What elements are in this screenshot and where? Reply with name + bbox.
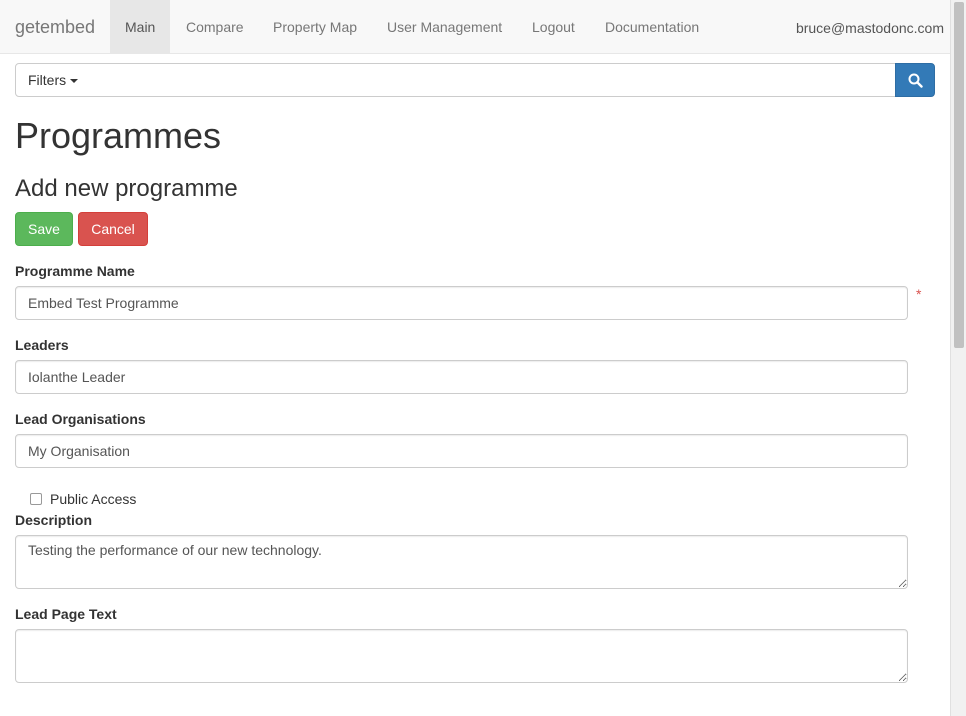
leaders-label: Leaders (15, 337, 69, 353)
programme-name-field[interactable] (15, 286, 908, 320)
description-textarea[interactable] (15, 535, 908, 589)
brand-link[interactable]: getembed (15, 17, 95, 37)
search-icon (908, 73, 923, 88)
user-email[interactable]: bruce@mastodonc.com (796, 0, 944, 53)
nav-logout[interactable]: Logout (517, 0, 590, 53)
lead-page-text-label: Lead Page Text (15, 606, 117, 622)
lead-organisations-field[interactable] (15, 434, 908, 468)
nav-main[interactable]: Main (110, 0, 171, 53)
public-access-label: Public Access (50, 491, 137, 507)
search-button[interactable] (895, 63, 935, 97)
nav-compare[interactable]: Compare (171, 0, 259, 53)
navbar: getembed Main Compare Property Map User … (0, 0, 950, 54)
leaders-field[interactable] (15, 360, 908, 394)
public-access-checkbox[interactable] (30, 493, 42, 505)
caret-down-icon (70, 79, 79, 84)
search-input[interactable] (90, 63, 896, 97)
search-bar: Filters (15, 63, 935, 97)
scrollbar-thumb[interactable] (954, 2, 964, 348)
filters-label: Filters (28, 72, 67, 88)
page-scrollbar[interactable] (950, 0, 966, 716)
filters-dropdown-button[interactable]: Filters (15, 63, 91, 97)
lead-organisations-label: Lead Organisations (15, 411, 146, 427)
page-title: Programmes (15, 115, 222, 156)
description-label: Description (15, 512, 93, 528)
nav-user-management[interactable]: User Management (372, 0, 517, 53)
programme-name-label: Programme Name (15, 263, 135, 279)
lead-page-text-textarea[interactable] (15, 629, 908, 683)
page-subtitle: Add new programme (15, 175, 238, 202)
nav-documentation[interactable]: Documentation (590, 0, 714, 53)
cancel-button[interactable]: Cancel (78, 212, 148, 246)
nav-property-map[interactable]: Property Map (258, 0, 372, 53)
save-button[interactable]: Save (15, 212, 73, 246)
required-marker: * (916, 286, 922, 302)
